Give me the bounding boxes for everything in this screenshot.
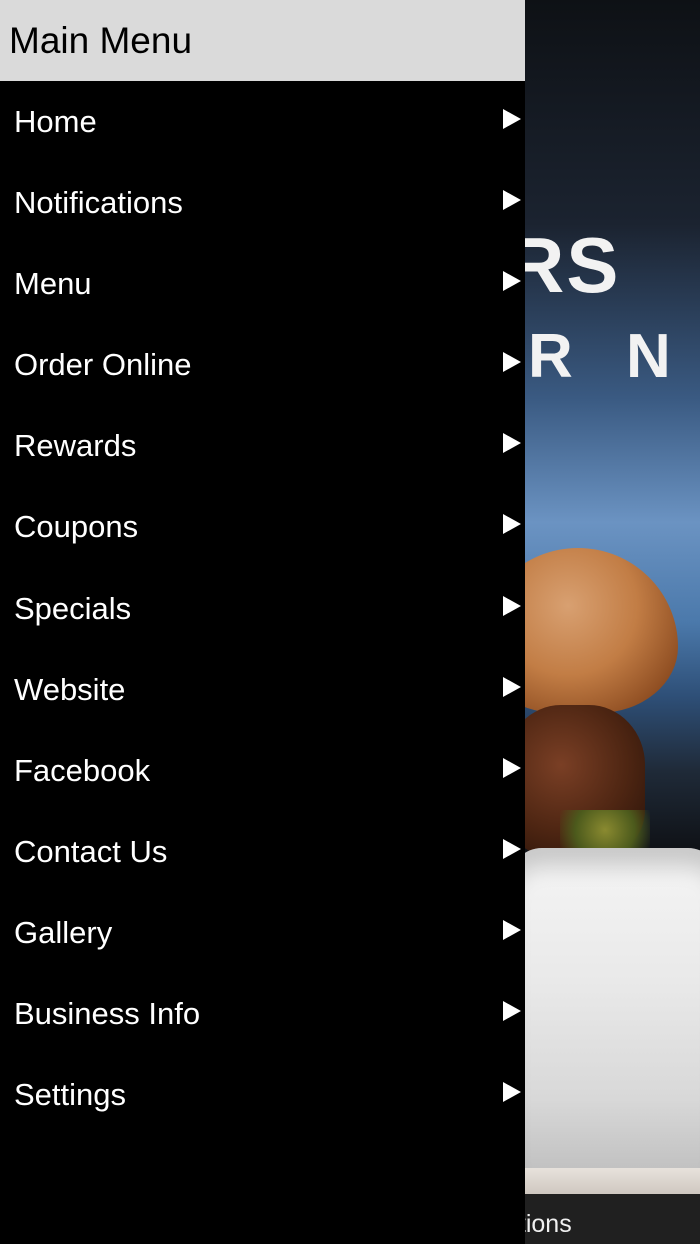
menu-item-order-online[interactable]: Order Online [0,324,525,405]
menu-item-contact-us[interactable]: Contact Us [0,811,525,892]
play-arrow-icon [503,919,521,940]
play-arrow-icon [503,433,521,454]
menu-item-facebook[interactable]: Facebook [0,730,525,811]
menu-item-label: Gallery [14,914,113,950]
burger-toppings-image [560,810,650,850]
menu-item-rewards[interactable]: Rewards [0,405,525,486]
menu-item-label: Website [14,671,126,707]
menu-item-settings[interactable]: Settings [0,1054,525,1135]
menu-item-label: Notifications [14,185,183,221]
play-arrow-icon [503,676,521,697]
menu-item-label: Facebook [14,752,151,788]
menu-item-menu[interactable]: Menu [0,243,525,324]
restaurant-logo-partial: RS R N [508,222,689,391]
sauce-cup-image [510,848,700,1183]
drawer-title: Main Menu [9,20,193,61]
play-arrow-icon [503,1082,521,1103]
menu-item-home[interactable]: Home [0,81,525,162]
menu-item-label: Specials [14,590,132,626]
play-arrow-icon [503,838,521,859]
menu-item-label: Home [14,104,97,139]
menu-item-label: Coupons [14,509,139,545]
menu-item-notifications[interactable]: Notifications [0,162,525,243]
menu-item-specials[interactable]: Specials [0,568,525,649]
play-arrow-icon [503,757,521,778]
main-menu-drawer: Main Menu Home Notifications Menu Order … [0,0,525,1244]
play-arrow-icon [503,514,521,535]
menu-item-label: Business Info [14,996,201,1032]
play-arrow-icon [503,109,521,129]
play-arrow-icon [503,352,521,373]
menu-item-coupons[interactable]: Coupons [0,486,525,567]
menu-item-label: Menu [14,266,92,302]
menu-item-label: Order Online [14,347,192,383]
drawer-header: Main Menu [0,0,525,81]
menu-item-label: Settings [14,1077,127,1113]
play-arrow-icon [503,1001,521,1022]
menu-item-label: Rewards [14,428,137,464]
play-arrow-icon [503,595,521,616]
menu-item-website[interactable]: Website [0,649,525,730]
menu-item-label: Contact Us [14,833,168,869]
play-arrow-icon [503,271,521,292]
menu-list: Home Notifications Menu Order Online Rew… [0,81,525,1135]
menu-item-gallery[interactable]: Gallery [0,892,525,973]
play-arrow-icon [503,190,521,211]
menu-item-business-info[interactable]: Business Info [0,973,525,1054]
plate-image [510,1168,700,1194]
logo-line-2: R N [528,322,689,391]
